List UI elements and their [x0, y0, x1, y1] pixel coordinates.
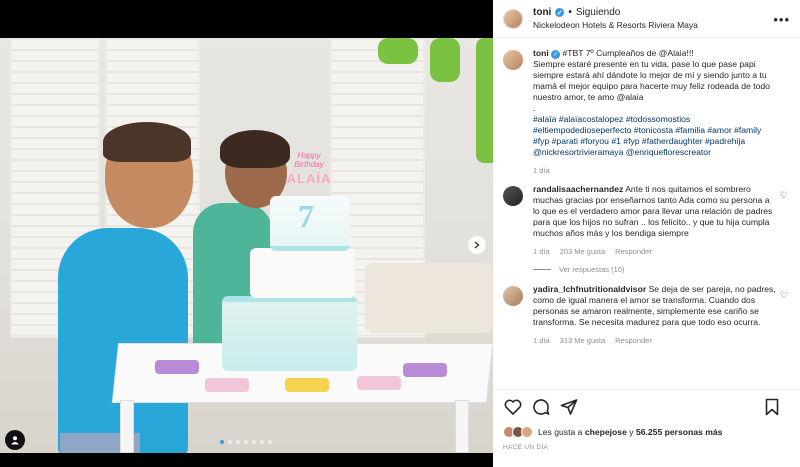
post-header: toni ✓ • Siguiendo Nickelodeon Hotels & … [493, 0, 800, 38]
separator-dot: • [568, 7, 572, 18]
heart-icon[interactable]: ♡ [780, 190, 788, 201]
likes-summary: Les gusta a chepejose y 56.255 personas … [503, 426, 790, 438]
man-hair [103, 122, 191, 162]
comment-meta: 1 día 313 Me gusta Responder [533, 335, 776, 346]
post-actions: Les gusta a chepejose y 56.255 personas … [493, 389, 800, 467]
cookie [403, 363, 447, 377]
caption-hashtags[interactable]: #alaïa #alaïacostalopez #todossomostios … [533, 114, 761, 157]
header-text: toni ✓ • Siguiendo Nickelodeon Hotels & … [533, 7, 698, 30]
liker-avatars [503, 426, 533, 438]
comment-body: randalisaacher­nandez Ante ti nos quitam… [533, 184, 790, 257]
cookie [205, 378, 249, 392]
more-icon[interactable]: ••• [773, 12, 790, 27]
caption-text: Siempre estaré presente en tu vida, pase… [533, 59, 770, 102]
post-timestamp[interactable]: HACE UN DÍA [503, 444, 790, 451]
view-replies-label[interactable]: Ver respuestas (10) [559, 265, 624, 274]
likes-joiner: y [629, 427, 634, 437]
verified-icon: ✓ [555, 8, 565, 17]
cookie [285, 378, 329, 392]
girl-hair [220, 130, 290, 168]
green-decor [430, 38, 460, 82]
likes-user[interactable]: chepejose [585, 427, 627, 437]
comment-meta: 1 día 203 Me gusta Responder [533, 246, 776, 257]
carousel-dot [236, 440, 240, 444]
cookie [155, 360, 199, 374]
view-replies-button[interactable]: Ver respuestas (10) [533, 265, 790, 274]
caption-body: toni ✓ #TBT 7º Cumpleaños de @Alaia!!! S… [533, 48, 790, 176]
author-avatar[interactable] [503, 8, 523, 29]
comments-section: toni ✓ #TBT 7º Cumpleaños de @Alaia!!! S… [493, 48, 800, 388]
author-username[interactable]: toni [533, 7, 551, 18]
comment-likes[interactable]: 203 Me gusta [560, 246, 605, 257]
cake-middle-tier [250, 248, 355, 298]
carousel-dot [252, 440, 256, 444]
likes-count[interactable]: 56.255 personas más [636, 427, 722, 437]
carousel-dot [260, 440, 264, 444]
comment-time: 1 día [533, 336, 550, 345]
caption-line1: #TBT 7º Cumpleaños de @Alaia!!! [562, 48, 694, 58]
carousel-dot [244, 440, 248, 444]
verified-icon: ✓ [551, 50, 561, 59]
liker-avatar [521, 426, 533, 438]
action-row [503, 396, 790, 418]
post-location[interactable]: Nickelodeon Hotels & Resorts Riviera May… [533, 20, 698, 30]
user-tag-button[interactable] [5, 430, 25, 450]
comment-username[interactable]: randalisaacher­nandez [533, 184, 623, 194]
caption-username[interactable]: toni [533, 48, 549, 58]
heart-icon[interactable] [503, 397, 523, 417]
cake-topper: Happy Birthday [294, 151, 324, 169]
caption-dot: . [533, 103, 536, 113]
carousel-dot [268, 440, 272, 444]
next-slide-button[interactable] [468, 236, 486, 254]
caption: toni ✓ #TBT 7º Cumpleaños de @Alaia!!! S… [503, 48, 790, 176]
bookmark-icon[interactable] [762, 397, 782, 417]
header-line: toni ✓ • Siguiendo [533, 7, 698, 18]
cake-name: ALAÍA [286, 171, 332, 186]
author-avatar[interactable] [503, 50, 523, 70]
caption-meta: 1 día [533, 165, 776, 176]
reply-button[interactable]: Responder [615, 335, 652, 346]
comment-item: yadira_lchfnutritionaldvisor Se deja de … [503, 284, 790, 346]
commenter-avatar[interactable] [503, 286, 523, 306]
comment-item: randalisaacher­nandez Ante ti nos quitam… [503, 184, 790, 257]
heart-icon[interactable]: ♡ [780, 290, 788, 301]
table-leg [120, 400, 134, 453]
carousel-dot [220, 440, 224, 444]
comment-body: yadira_lchfnutritionaldvisor Se deja de … [533, 284, 790, 346]
commenter-avatar[interactable] [503, 186, 523, 206]
chevron-right-icon [474, 241, 480, 249]
caption-time: 1 día [533, 166, 550, 175]
follow-status[interactable]: Siguiendo [576, 7, 620, 18]
carousel-dots [220, 440, 272, 444]
cake-bottom-tier [222, 296, 357, 371]
comment-icon[interactable] [531, 397, 551, 417]
post-media[interactable]: 7 Happy Birthday ALAÍA [0, 0, 493, 467]
comment-time: 1 día [533, 247, 550, 256]
green-decor [378, 38, 418, 64]
post-photo: 7 Happy Birthday ALAÍA [0, 38, 493, 453]
cookie [357, 376, 401, 390]
replies-line [533, 269, 551, 270]
user-tag-icon [11, 436, 19, 445]
reply-button[interactable]: Responder [615, 246, 652, 257]
carousel-dot [228, 440, 232, 444]
table-leg [455, 400, 469, 453]
cake-number: 7 [298, 198, 314, 234]
comment-username[interactable]: yadira_lchfnutritionaldvisor [533, 284, 646, 294]
likes-prefix: Les gusta a [538, 427, 583, 437]
share-icon[interactable] [559, 397, 579, 417]
sofa [365, 263, 493, 333]
green-decor [476, 38, 493, 163]
comment-likes[interactable]: 313 Me gusta [560, 335, 605, 346]
post-details-panel: toni ✓ • Siguiendo Nickelodeon Hotels & … [493, 0, 800, 467]
